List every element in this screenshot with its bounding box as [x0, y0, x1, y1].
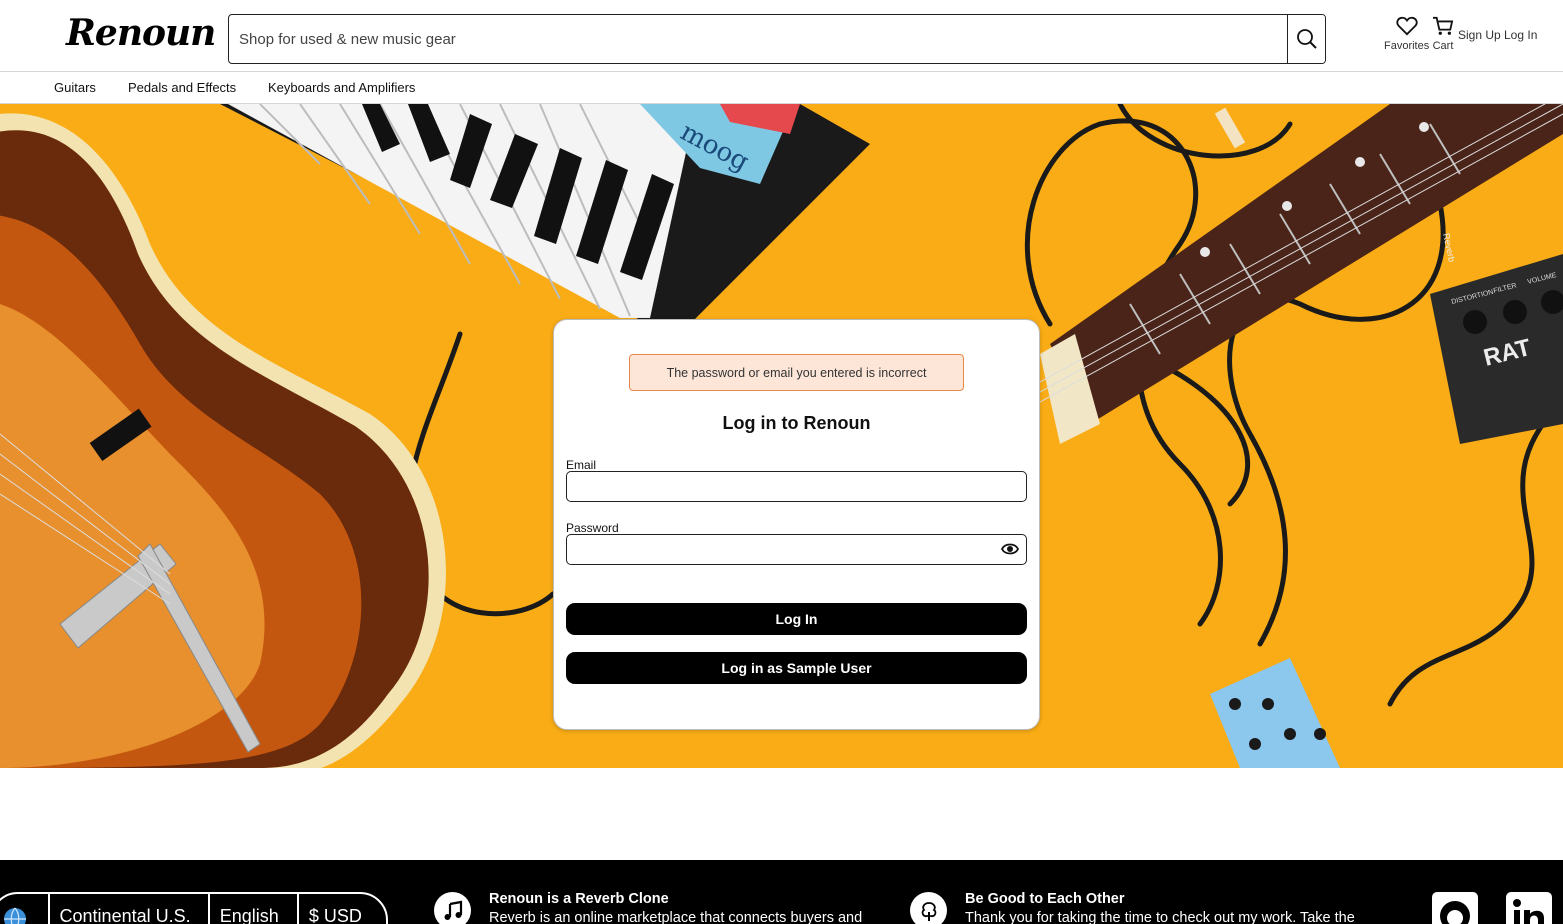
login-link[interactable]: Log In [1504, 28, 1537, 42]
thanks-text: Thank you for taking the time to check o… [965, 910, 1355, 924]
heart-icon [1396, 16, 1418, 36]
search-icon [1296, 29, 1317, 49]
nav-item-keyboards[interactable]: Keyboards and Amplifiers [268, 80, 415, 95]
category-nav: Guitars Pedals and Effects Keyboards and… [0, 72, 1563, 104]
search-bar [228, 14, 1326, 64]
about-text: Reverb is an online marketplace that con… [489, 910, 863, 924]
acoustic-guitar-illustration [0, 113, 446, 768]
login-title: Log in to Renoun [722, 413, 871, 433]
tree-icon [910, 892, 947, 924]
cart-icon [1433, 16, 1454, 35]
header: Renoun Favorites Cart Sign Up Log In [0, 0, 1563, 72]
language-select[interactable]: English [210, 894, 299, 924]
password-field[interactable] [566, 534, 1027, 565]
currency-select[interactable]: $ USD [299, 894, 386, 924]
sample-user-button[interactable]: Log in as Sample User [566, 652, 1027, 684]
linkedin-icon[interactable] [1506, 892, 1552, 924]
show-password-icon[interactable] [1000, 542, 1020, 561]
about-title: Renoun is a Reverb Clone [489, 891, 669, 907]
error-alert: The password or email you entered is inc… [629, 354, 964, 391]
favorites-link[interactable]: Favorites [1384, 16, 1429, 52]
logo[interactable]: Renoun [66, 12, 216, 54]
keyboard-illustration: moog [210, 104, 870, 324]
email-label: Email [566, 458, 597, 472]
music-note-icon [434, 892, 471, 924]
nav-item-guitars[interactable]: Guitars [54, 80, 96, 95]
email-field[interactable] [566, 471, 1027, 502]
cart-link[interactable]: Cart [1431, 16, 1455, 52]
rat-pedal-illustration: DISTORTION FILTER VOLUME RAT [1430, 254, 1563, 444]
region-select[interactable]: Continental U.S. [50, 894, 210, 924]
login-card: The password or email you entered is inc… [553, 319, 1040, 730]
cart-label: Cart [1432, 40, 1454, 52]
login-button[interactable]: Log In [566, 603, 1027, 635]
signup-link[interactable]: Sign Up [1458, 28, 1501, 42]
github-icon[interactable] [1432, 892, 1478, 924]
footer: Continental U.S. English $ USD Renoun is… [0, 860, 1563, 924]
globe-cell [0, 894, 50, 924]
search-input[interactable] [229, 15, 1287, 63]
favorites-label: Favorites [1384, 40, 1430, 52]
locale-selector[interactable]: Continental U.S. English $ USD [0, 892, 388, 924]
password-label: Password [566, 521, 619, 535]
globe-icon [4, 907, 26, 924]
nav-item-pedals[interactable]: Pedals and Effects [128, 80, 236, 95]
thanks-title: Be Good to Each Other [965, 891, 1125, 907]
search-button[interactable] [1287, 15, 1325, 63]
blue-pedal-illustration [1210, 658, 1340, 768]
